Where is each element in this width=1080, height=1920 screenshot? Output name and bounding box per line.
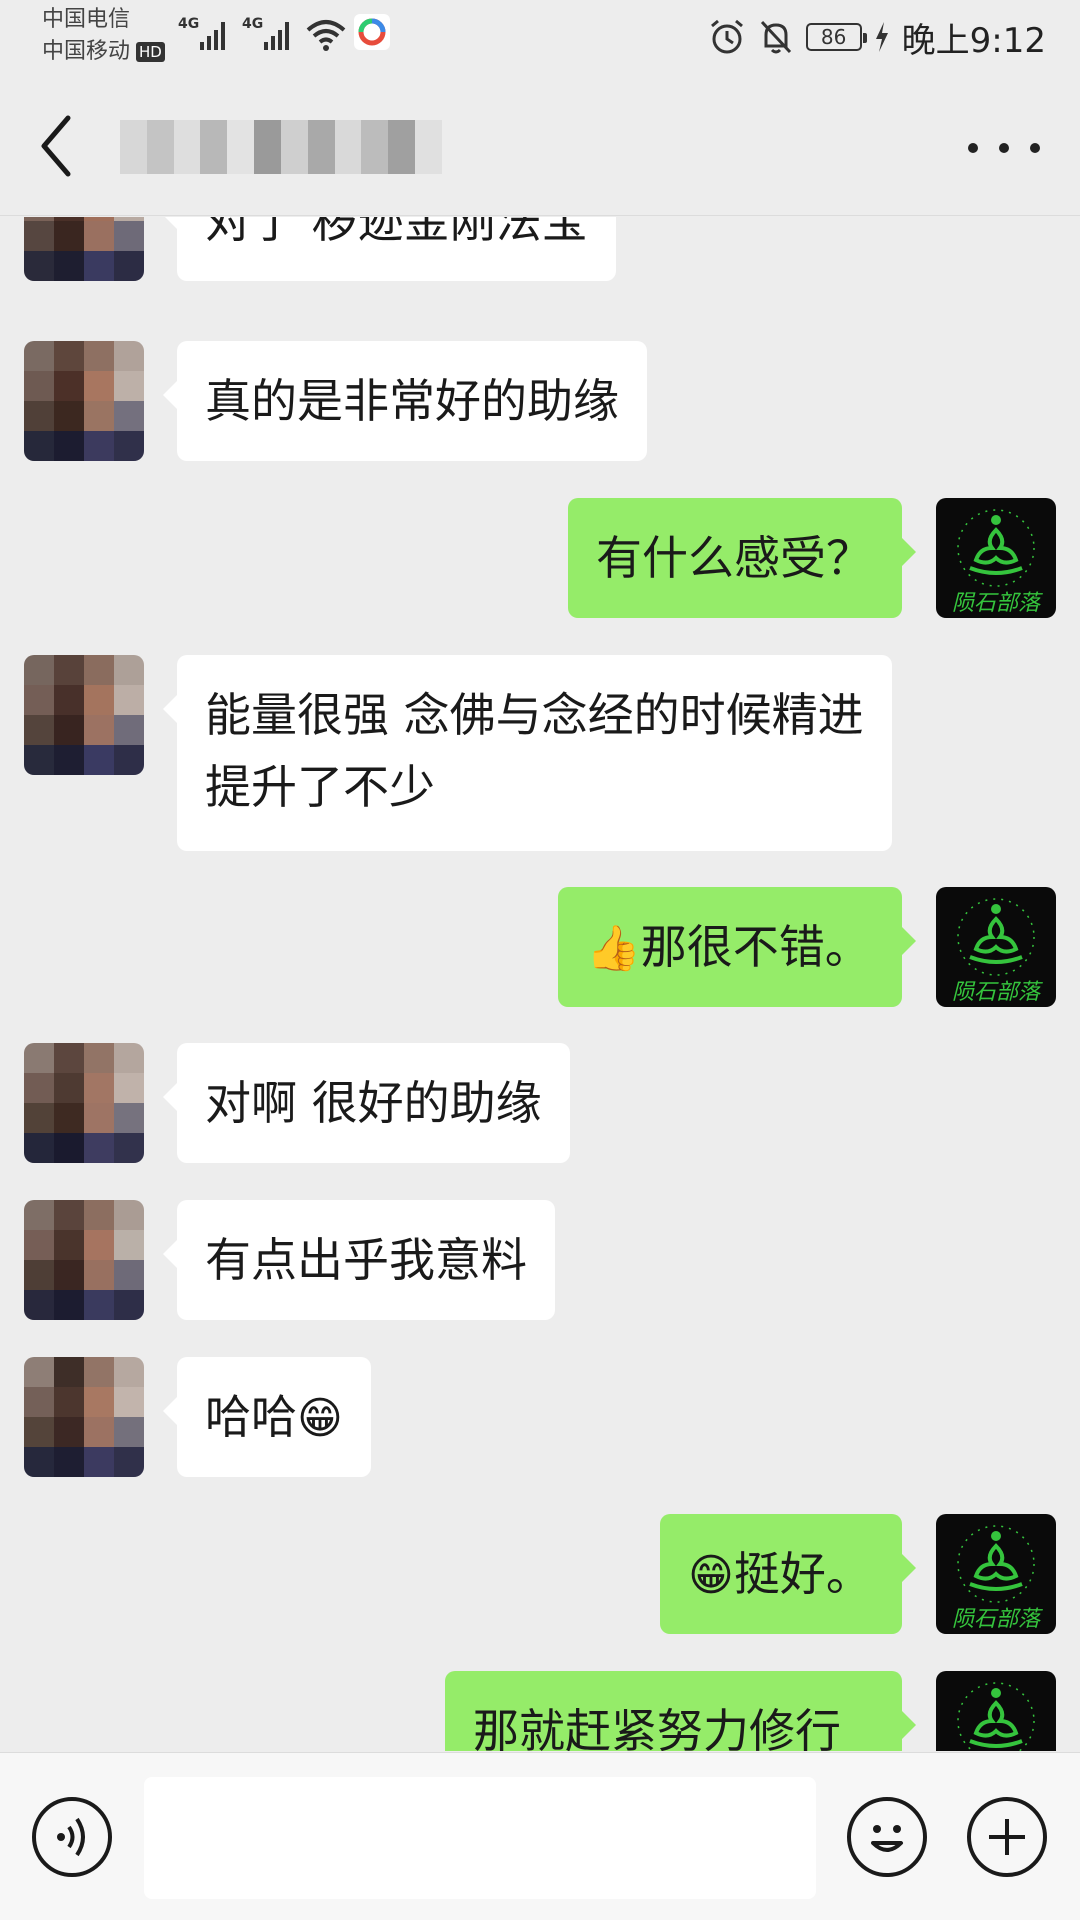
user-avatar[interactable]: 陨石部落 bbox=[936, 1671, 1056, 1751]
user-avatar[interactable]: 陨石部落 bbox=[936, 1514, 1056, 1634]
message-bubble[interactable]: 对了 秽迹金刚法宝 bbox=[163, 217, 616, 281]
dot-2 bbox=[999, 143, 1009, 153]
message-text: 挺好。 bbox=[733, 1547, 872, 1601]
message-text: 那很不错。 bbox=[640, 920, 871, 974]
message-bubble[interactable]: 那就赶紧努力修行 bbox=[445, 1671, 916, 1751]
contact-name-blurred bbox=[120, 120, 442, 174]
lotus-logo-icon: 陨石部落 bbox=[936, 887, 1056, 1007]
message-text: 对啊 很好的助缘 bbox=[205, 1076, 542, 1130]
user-avatar[interactable]: 陨石部落 bbox=[936, 498, 1056, 618]
message-bubble[interactable]: 有点出乎我意料 bbox=[163, 1200, 555, 1320]
contact-avatar[interactable] bbox=[24, 217, 144, 281]
message-bubble[interactable]: 😁挺好。 bbox=[660, 1514, 916, 1634]
message-text-line-2: 提升了不少 bbox=[205, 760, 435, 814]
more-functions-button[interactable] bbox=[967, 1797, 1047, 1877]
message-text: 哈哈 bbox=[205, 1390, 297, 1444]
message-bubble[interactable]: 能量很强 念佛与念经的时候精进 提升了不少 bbox=[163, 655, 892, 851]
message-text: 有什么感受？ bbox=[596, 531, 872, 585]
clock: 晚上9:12 bbox=[901, 20, 1046, 61]
status-bar: 中国电信 中国移动 HD 4G 4G 86 晚上9:12 bbox=[0, 0, 1080, 74]
input-bar bbox=[0, 1752, 1080, 1920]
user-avatar[interactable]: 陨石部落 bbox=[936, 887, 1056, 1007]
contact-avatar[interactable] bbox=[24, 1043, 144, 1163]
contact-avatar[interactable] bbox=[24, 655, 144, 775]
dot-3 bbox=[1030, 143, 1040, 153]
emoji-button[interactable] bbox=[847, 1797, 927, 1877]
lotus-logo-icon: 陨石部落 bbox=[936, 1671, 1056, 1751]
lotus-logo-icon: 陨石部落 bbox=[936, 1514, 1056, 1634]
network-1-label: 4G bbox=[178, 16, 199, 32]
lotus-logo-icon: 陨石部落 bbox=[936, 498, 1056, 618]
network-2-label: 4G bbox=[242, 16, 263, 32]
message-text: 真的是非常好的助缘 bbox=[205, 374, 619, 428]
avatar-caption: 陨石部落 bbox=[952, 1607, 1043, 1632]
carrier-1: 中国电信 bbox=[42, 7, 131, 32]
battery-indicator: 86 bbox=[805, 23, 867, 51]
grin-emoji: 😁 bbox=[688, 1550, 734, 1601]
signal-2-icon: 4G bbox=[242, 16, 289, 50]
message-text: 有点出乎我意料 bbox=[205, 1233, 527, 1287]
wifi-icon bbox=[306, 20, 346, 51]
back-arrow-icon[interactable] bbox=[34, 108, 82, 184]
thumbs-up-emoji: 👍 bbox=[586, 923, 641, 974]
plus-icon bbox=[989, 1819, 1025, 1855]
avatar-caption: 陨石部落 bbox=[952, 591, 1043, 616]
contact-avatar[interactable] bbox=[24, 1357, 144, 1477]
chat-header bbox=[0, 74, 1080, 216]
carrier-info: 中国电信 中国移动 HD bbox=[42, 4, 165, 68]
contact-avatar[interactable] bbox=[24, 341, 144, 461]
more-options-button[interactable] bbox=[968, 128, 1040, 168]
voice-button[interactable] bbox=[32, 1797, 112, 1877]
status-right: 86 晚上9:12 bbox=[708, 14, 1046, 61]
message-text: 对了 秽迹金刚法宝 bbox=[205, 217, 588, 248]
contact-avatar[interactable] bbox=[24, 1200, 144, 1320]
message-bubble[interactable]: 对啊 很好的助缘 bbox=[163, 1043, 570, 1163]
message-list[interactable]: 对了 秽迹金刚法宝 真的是非常好的助缘 陨石部落 有什么感受？ 能量很强 念佛与… bbox=[0, 217, 1080, 1751]
message-bubble[interactable]: 👍那很不错。 bbox=[558, 887, 916, 1007]
alarm-icon bbox=[710, 19, 743, 54]
message-bubble[interactable]: 哈哈😁 bbox=[163, 1357, 371, 1477]
message-bubble[interactable]: 真的是非常好的助缘 bbox=[163, 341, 647, 461]
message-bubble[interactable]: 有什么感受？ bbox=[568, 498, 916, 618]
app-notification-icon bbox=[354, 14, 390, 50]
mute-bell-icon bbox=[760, 20, 791, 54]
hd-badge: HD bbox=[136, 42, 165, 62]
message-text-line-1: 能量很强 念佛与念经的时候精进 bbox=[205, 688, 864, 742]
carrier-2: 中国移动 bbox=[42, 39, 131, 64]
smiley-icon bbox=[871, 1825, 903, 1852]
dot-1 bbox=[968, 143, 978, 153]
chat-screen: 中国电信 中国移动 HD 4G 4G 86 晚上9:12 对了 秽迹金刚法宝 真… bbox=[0, 0, 1080, 1920]
voice-icon bbox=[57, 1817, 85, 1857]
message-input[interactable] bbox=[144, 1777, 816, 1899]
avatar-caption: 陨石部落 bbox=[952, 980, 1043, 1005]
grin-emoji: 😁 bbox=[297, 1393, 343, 1444]
charging-icon bbox=[875, 22, 888, 52]
signal-1-icon: 4G bbox=[178, 16, 225, 50]
message-text: 那就赶紧努力修行 bbox=[473, 1704, 841, 1751]
